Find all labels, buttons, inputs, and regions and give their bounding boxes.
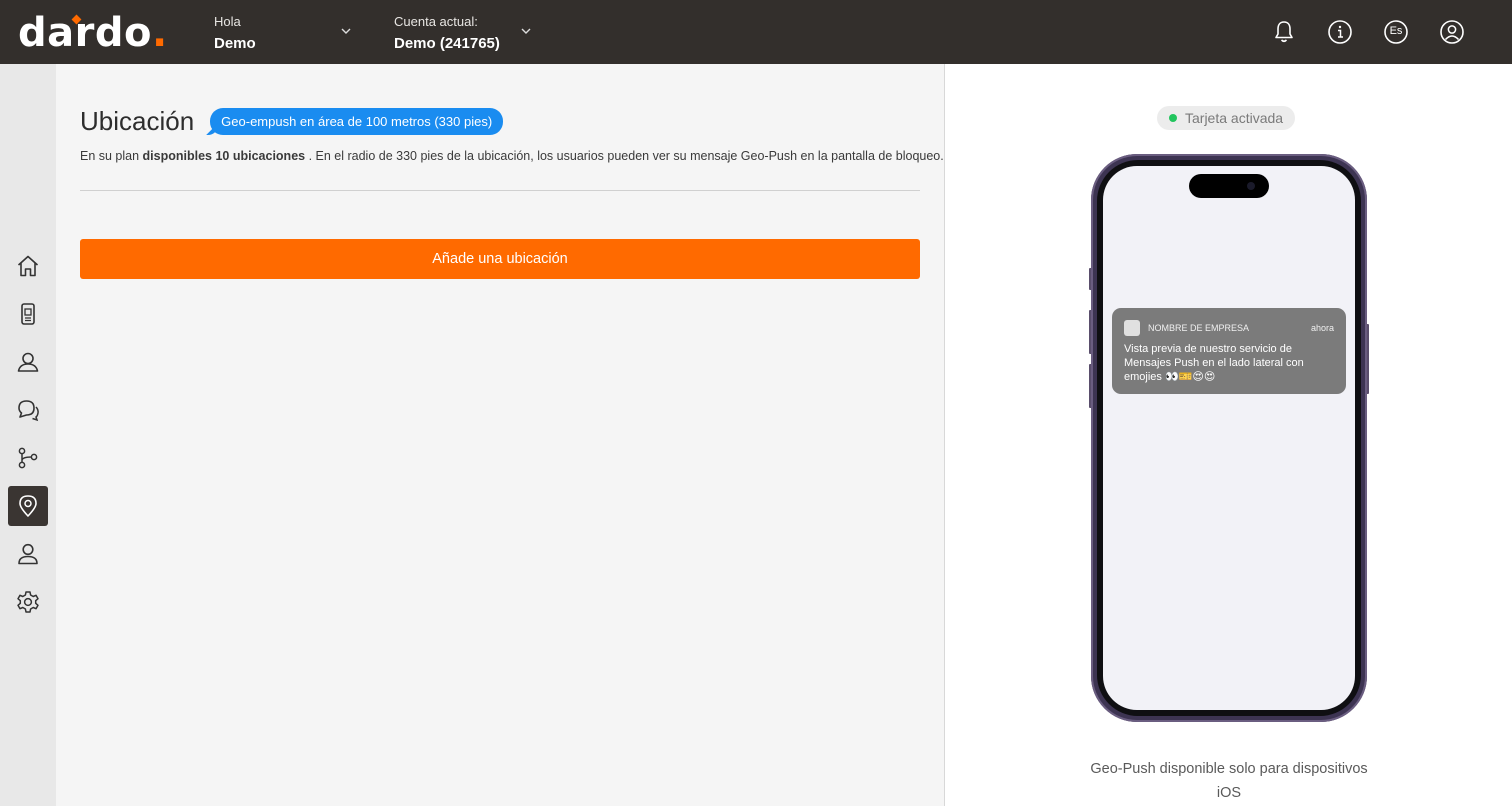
user-menu[interactable]: Hola Demo bbox=[214, 14, 256, 54]
notification-time: ahora bbox=[1310, 323, 1334, 333]
bell-icon[interactable] bbox=[1270, 18, 1298, 46]
main-content: Ubicación Geo-empush en área de 100 metr… bbox=[56, 64, 944, 806]
notification-body: Vista previa de nuestro servicio de Mens… bbox=[1124, 343, 1304, 383]
phone-card-icon bbox=[21, 303, 35, 325]
app-icon bbox=[1124, 320, 1140, 336]
sidebar-item-automations[interactable] bbox=[8, 438, 48, 478]
notification-app-name: NOMBRE DE EMPRESA bbox=[1148, 323, 1250, 333]
user-circle-icon[interactable] bbox=[1438, 18, 1466, 46]
sidebar bbox=[0, 64, 56, 806]
page-title: Ubicación bbox=[80, 106, 195, 136]
user-name: Demo bbox=[214, 35, 256, 52]
sidebar-item-home[interactable] bbox=[8, 246, 48, 286]
dardo-logo[interactable]: dardo. bbox=[18, 11, 168, 53]
status-badge: Tarjeta activada bbox=[1157, 106, 1296, 130]
geo-push-badge: Geo-empush en área de 100 metros (330 pi… bbox=[210, 108, 504, 135]
info-icon[interactable] bbox=[1326, 18, 1354, 46]
home-icon bbox=[17, 255, 39, 277]
sidebar-item-profile[interactable] bbox=[8, 534, 48, 574]
preview-panel: Tarjeta activada NOMBRE DE EMPRESA ahora… bbox=[944, 64, 1512, 806]
phone-mockup: NOMBRE DE EMPRESA ahora Vista previa de … bbox=[1089, 154, 1369, 722]
flow-icon bbox=[18, 447, 38, 469]
account-selector[interactable]: Cuenta actual: Demo (241765) bbox=[394, 14, 500, 54]
top-bar: dardo. Hola Demo Cuenta actual: Demo (24… bbox=[0, 0, 1512, 64]
add-location-button[interactable]: Añade una ubicación bbox=[80, 239, 920, 279]
chevron-down-icon[interactable] bbox=[339, 24, 353, 38]
dynamic-island bbox=[1189, 174, 1269, 198]
language-icon[interactable]: Es bbox=[1382, 18, 1410, 46]
sidebar-item-locations[interactable] bbox=[8, 486, 48, 526]
sidebar-item-cards[interactable] bbox=[8, 294, 48, 334]
title-row: Ubicación Geo-empush en área de 100 metr… bbox=[80, 106, 504, 137]
push-notification: NOMBRE DE EMPRESA ahora Vista previa de … bbox=[1112, 308, 1346, 394]
divider bbox=[80, 190, 920, 191]
chat-icon bbox=[18, 400, 39, 422]
account-label: Cuenta actual: bbox=[394, 14, 478, 29]
greeting-label: Hola bbox=[214, 14, 241, 29]
chevron-down-icon[interactable] bbox=[519, 24, 533, 38]
sidebar-item-settings[interactable] bbox=[8, 582, 48, 622]
plan-description: En su plan disponibles 10 ubicaciones . … bbox=[80, 149, 944, 163]
gear-icon bbox=[17, 591, 39, 613]
users-icon bbox=[17, 352, 39, 372]
phone-screen: NOMBRE DE EMPRESA ahora Vista previa de … bbox=[1103, 166, 1355, 710]
account-value: Demo (241765) bbox=[394, 35, 500, 52]
sidebar-item-messages[interactable] bbox=[8, 390, 48, 430]
location-pin-icon bbox=[19, 495, 37, 517]
status-dot-icon bbox=[1169, 114, 1177, 122]
sidebar-item-customers[interactable] bbox=[8, 342, 48, 382]
ios-only-note: Geo-Push disponible solo para dispositiv… bbox=[1090, 761, 1368, 801]
person-icon bbox=[18, 543, 38, 565]
